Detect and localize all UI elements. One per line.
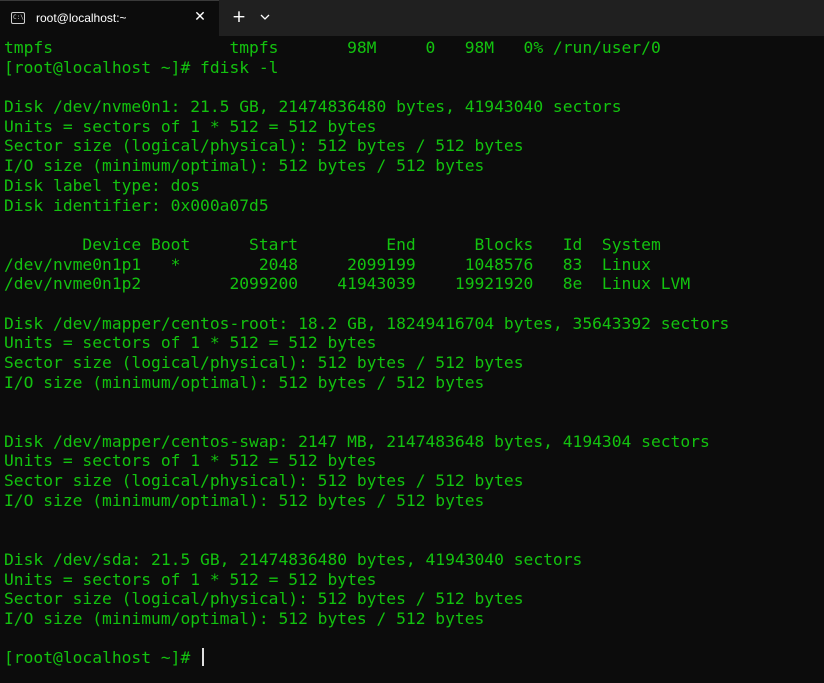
terminal-line: I/O size (minimum/optimal): 512 bytes / …	[4, 490, 485, 510]
terminal-line: Disk identifier: 0x000a07d5	[4, 195, 269, 215]
command-prompt-line[interactable]: [root@localhost ~]#	[4, 648, 820, 668]
terminal-line: [root@localhost ~]# fdisk -l	[4, 57, 279, 77]
terminal-window: C:\ root@localhost:~ ✕ + tmpfs tmpfs 98M…	[0, 0, 824, 683]
title-bar: C:\ root@localhost:~ ✕ +	[0, 0, 824, 36]
terminal-icon: C:\	[11, 12, 25, 24]
terminal-line: Units = sectors of 1 * 512 = 512 bytes	[4, 116, 377, 136]
terminal-line: Disk /dev/sda: 21.5 GB, 21474836480 byte…	[4, 549, 583, 569]
terminal-line: Sector size (logical/physical): 512 byte…	[4, 471, 524, 491]
terminal-line: Units = sectors of 1 * 512 = 512 bytes	[4, 569, 377, 589]
terminal-line: Disk /dev/mapper/centos-swap: 2147 MB, 2…	[4, 431, 710, 451]
terminal-line: Units = sectors of 1 * 512 = 512 bytes	[4, 451, 377, 471]
terminal-line: Sector size (logical/physical): 512 byte…	[4, 589, 524, 609]
terminal-line: tmpfs tmpfs 98M 0 98M 0% /run/user/0	[4, 38, 661, 57]
close-tab-icon[interactable]: ✕	[192, 9, 208, 25]
terminal-line: Disk label type: dos	[4, 175, 201, 195]
terminal-line: Units = sectors of 1 * 512 = 512 bytes	[4, 333, 377, 353]
terminal-line: /dev/nvme0n1p2 2099200 41943039 19921920…	[4, 274, 691, 294]
terminal-line: Sector size (logical/physical): 512 byte…	[4, 353, 524, 372]
terminal-output[interactable]: tmpfs tmpfs 98M 0 98M 0% /run/user/0 [roo…	[4, 38, 820, 668]
text-cursor	[202, 648, 205, 667]
terminal-line: /dev/nvme0n1p1 * 2048 2099199 1048576 83…	[4, 254, 651, 274]
terminal-line: Disk /dev/mapper/centos-root: 18.2 GB, 1…	[4, 313, 730, 333]
shell-prompt: [root@localhost ~]#	[4, 648, 201, 668]
tab-root-localhost[interactable]: C:\ root@localhost:~ ✕	[0, 0, 219, 36]
terminal-line: Sector size (logical/physical): 512 byte…	[4, 136, 524, 156]
terminal-line: I/O size (minimum/optimal): 512 bytes / …	[4, 608, 485, 628]
terminal-line: Device Boot Start End Blocks Id System	[4, 234, 661, 254]
terminal-line: Disk /dev/nvme0n1: 21.5 GB, 21474836480 …	[4, 97, 622, 117]
terminal-line: I/O size (minimum/optimal): 512 bytes / …	[4, 156, 485, 176]
terminal-line: I/O size (minimum/optimal): 512 bytes / …	[4, 372, 485, 392]
tab-title: root@localhost:~	[36, 11, 127, 25]
chevron-down-icon[interactable]	[256, 7, 274, 27]
new-tab-button[interactable]: +	[229, 7, 249, 27]
